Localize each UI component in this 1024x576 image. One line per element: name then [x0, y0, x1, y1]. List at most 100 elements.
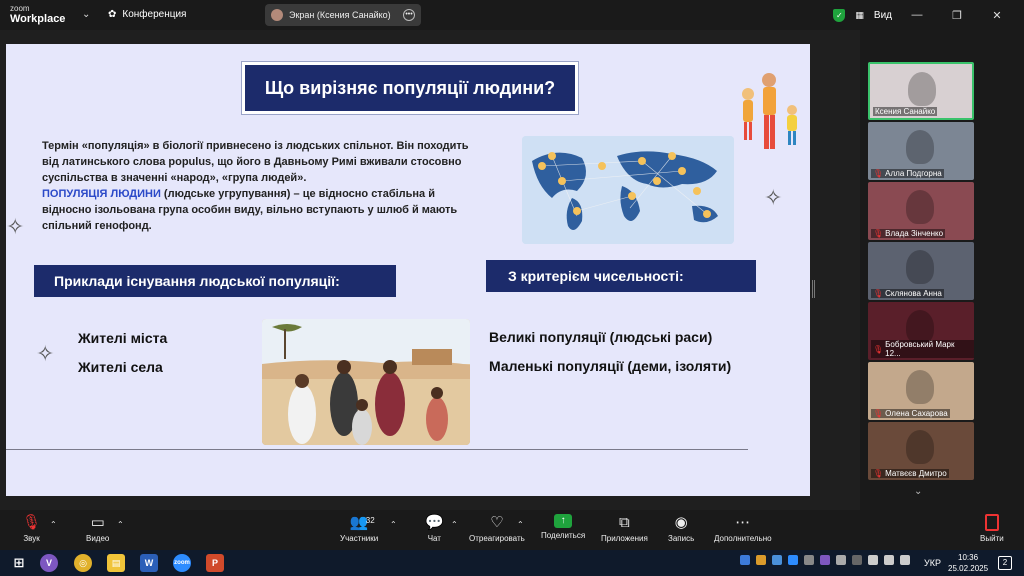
participant-tile[interactable]: 🎙 Влада Зінченко — [868, 182, 974, 240]
sparkle-icon: ✧ — [764, 185, 783, 210]
mic-muted-icon: 🎙 — [873, 289, 884, 298]
chevron-down-icon[interactable]: ⌄ — [82, 9, 90, 20]
participants-icon: 👥 32 — [349, 514, 375, 531]
window-titlebar: zoom Workplace ⌄ ✿ Конференция Экран (Кс… — [0, 0, 1024, 30]
highlight-term: ПОПУЛЯЦІЯ ЛЮДИНИ — [42, 188, 161, 200]
list-item: Маленькі популяції (деми, ізоляти) — [489, 358, 732, 374]
tray-icon[interactable] — [740, 555, 750, 565]
participant-video — [906, 310, 934, 344]
presentation-slide: Що вирізняє популяції людини? Термін «по… — [6, 44, 810, 496]
participant-name: 🎙 Влада Зінченко — [871, 229, 946, 238]
criteria-banner: З критерієм чисельності: — [486, 260, 756, 292]
battery-icon[interactable] — [900, 555, 910, 565]
os-taskbar: ⊞ V ◎ ▤ W zoom P УКР 10:36 25.02.2025 2 — [0, 550, 1024, 576]
participant-name: 🎙 Алла Подгорна — [871, 169, 944, 178]
world-map-network-image — [522, 136, 734, 244]
tray-icon[interactable] — [820, 555, 830, 565]
mic-muted-icon: 🎙 — [873, 409, 884, 418]
screen-share-indicator[interactable]: Экран (Ксения Санайко) ••• — [265, 4, 421, 26]
participant-video — [906, 190, 934, 224]
view-button[interactable]: Вид — [874, 10, 892, 21]
chat-options-caret[interactable]: ⌃ — [451, 520, 458, 529]
participants-options-caret[interactable]: ⌃ — [390, 520, 397, 529]
language-indicator[interactable]: УКР — [924, 558, 941, 568]
tray-icon[interactable] — [772, 555, 782, 565]
participant-name: 🎙 Склянова Анна — [871, 289, 944, 298]
leave-button[interactable]: Выйти — [980, 514, 1004, 543]
audio-button[interactable]: 🎙 Звук — [22, 514, 41, 543]
conference-menu[interactable]: ✿ Конференция — [108, 9, 186, 20]
share-button[interactable]: ↑ Поделиться — [541, 514, 585, 540]
system-tray[interactable] — [740, 555, 910, 565]
restore-icon[interactable]: ❐ — [942, 9, 972, 22]
tray-icon[interactable] — [756, 555, 766, 565]
avatar — [271, 9, 283, 21]
keyboard-icon[interactable] — [852, 555, 862, 565]
more-icon: ⋯ — [735, 514, 751, 531]
mic-muted-icon: 🎙 — [873, 229, 884, 238]
mic-muted-icon: 🎙 — [873, 469, 884, 478]
definition-paragraph: Термін «популяція» в біології привнесено… — [42, 140, 469, 232]
speaker-icon[interactable] — [884, 555, 894, 565]
slide-title: Що вирізняє популяції людини? — [242, 62, 578, 114]
powerpoint-icon[interactable]: P — [206, 554, 224, 572]
participant-tile[interactable]: 🎙 Олена Сахарова — [868, 362, 974, 420]
participant-tile[interactable]: 🎙 Матвєєв Дмитро — [868, 422, 974, 480]
clock[interactable]: 10:36 25.02.2025 — [948, 552, 988, 574]
participants-button[interactable]: 👥 32 Участники — [340, 514, 378, 543]
mic-muted-icon: 🎙 — [873, 169, 884, 178]
video-button[interactable]: ▭ Видео — [86, 514, 109, 543]
tray-icon[interactable] — [836, 555, 846, 565]
tray-icon[interactable] — [788, 555, 798, 565]
more-options-icon[interactable]: ••• — [403, 9, 415, 21]
list-item: Жителі міста — [78, 330, 168, 346]
zoom-app-icon[interactable]: zoom — [173, 554, 191, 572]
list-item: Жителі села — [78, 359, 163, 375]
chevron-down-icon[interactable]: ⌄ — [914, 486, 922, 497]
tray-icon[interactable] — [804, 555, 814, 565]
participant-name: 🎙 Олена Сахарова — [871, 409, 950, 418]
list-item: Великі популяції (людські раси) — [489, 329, 713, 345]
viber-icon[interactable]: V — [40, 554, 58, 572]
participant-tile[interactable]: Ксения Санайко — [868, 62, 974, 120]
mic-muted-icon: 🎙 — [873, 344, 884, 354]
notifications-icon[interactable]: 2 — [998, 556, 1012, 570]
participant-video — [908, 72, 936, 106]
family-illustration — [742, 73, 797, 149]
file-explorer-icon[interactable]: ▤ — [107, 554, 125, 572]
participant-tile[interactable]: 🎙 Склянова Анна — [868, 242, 974, 300]
share-screen-icon: ↑ — [554, 514, 573, 528]
participant-tile[interactable]: 🎙 Бобровський Марк 12... — [868, 302, 974, 360]
participant-video — [906, 130, 934, 164]
apps-button[interactable]: ⧉ Приложения — [601, 514, 648, 543]
panel-resize-handle[interactable] — [812, 280, 815, 298]
participant-name: Ксения Санайко — [873, 107, 938, 116]
wifi-icon[interactable] — [868, 555, 878, 565]
close-icon[interactable]: ✕ — [982, 9, 1012, 22]
record-icon: ◉ — [674, 514, 688, 531]
participant-tile[interactable]: 🎙 Алла Подгорна — [868, 122, 974, 180]
participant-video — [906, 430, 934, 464]
leave-icon — [984, 514, 999, 531]
share-label: Экран (Ксения Санайко) — [289, 10, 391, 20]
audio-options-caret[interactable]: ⌃ — [50, 520, 57, 529]
apps-icon: ⧉ — [619, 514, 630, 531]
zoom-logo: zoom Workplace — [10, 4, 66, 25]
record-button[interactable]: ◉ Запись — [668, 514, 694, 543]
shield-icon[interactable]: ✓ — [833, 8, 846, 22]
camera-icon: ▭ — [90, 514, 105, 531]
video-options-caret[interactable]: ⌃ — [117, 520, 124, 529]
react-options-caret[interactable]: ⌃ — [517, 520, 524, 529]
participant-video — [906, 370, 934, 404]
word-icon[interactable]: W — [140, 554, 158, 572]
chat-icon: 💬 — [425, 514, 444, 531]
participant-name: 🎙 Матвєєв Дмитро — [871, 469, 949, 478]
view-grid-icon[interactable]: ▦ — [855, 10, 864, 21]
minimize-icon[interactable]: — — [902, 9, 932, 21]
meeting-controls: 🎙 Звук ⌃ ▭ Видео ⌃ 👥 32 Участники ⌃ 💬 Чат… — [0, 510, 1024, 550]
chat-button[interactable]: 💬 Чат — [425, 514, 444, 543]
sparkle-icon: ✧ — [36, 341, 55, 366]
chrome-icon[interactable]: ◎ — [74, 554, 92, 572]
windows-start-icon[interactable]: ⊞ — [10, 554, 28, 572]
more-button[interactable]: ⋯ Дополнительно — [714, 514, 772, 543]
